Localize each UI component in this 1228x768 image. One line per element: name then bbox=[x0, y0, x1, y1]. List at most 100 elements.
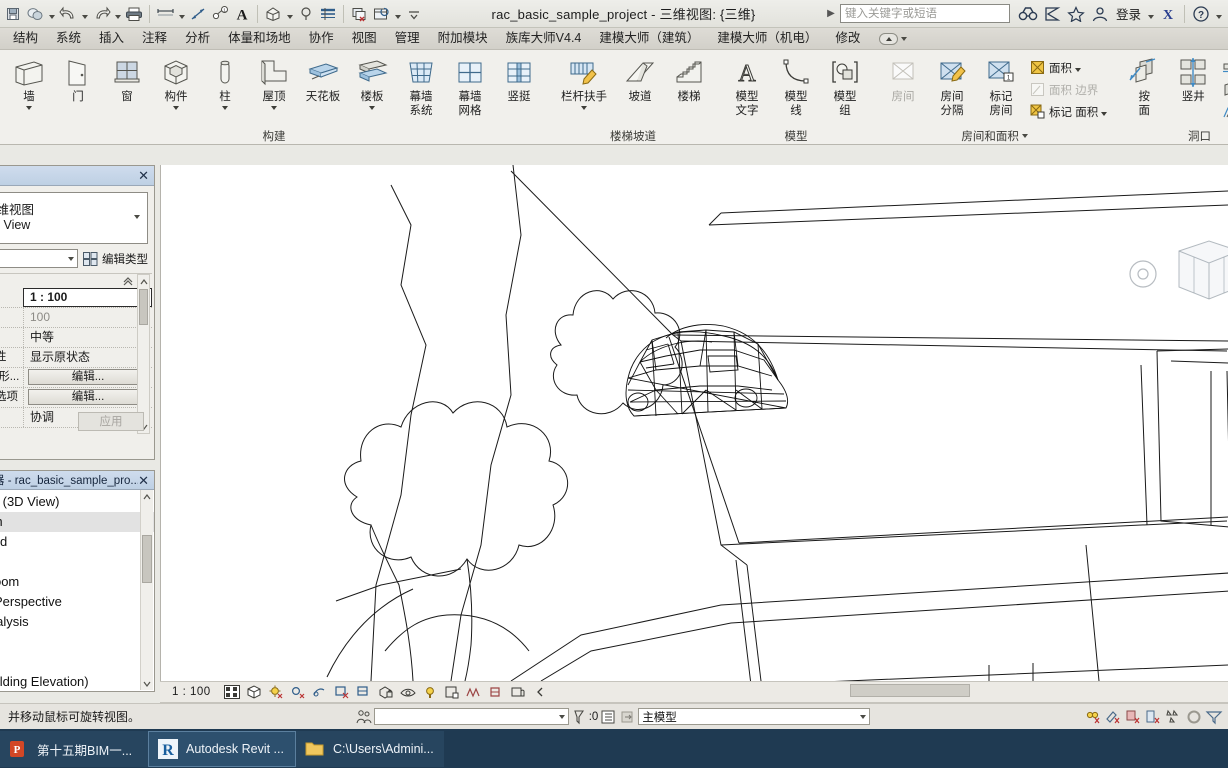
canvas-horizontal-scrollbar[interactable] bbox=[850, 684, 970, 697]
scroll-down-icon[interactable] bbox=[141, 677, 153, 690]
design-options-icon[interactable] bbox=[598, 707, 618, 727]
property-row-scale-value[interactable]: 比例值 1: 100 bbox=[0, 308, 152, 328]
ribbon-minimize-icon[interactable] bbox=[879, 32, 899, 45]
taskbar-item-explorer[interactable]: C:\Users\Admini... bbox=[296, 731, 444, 767]
select-links-icon[interactable] bbox=[1104, 707, 1124, 727]
text-icon[interactable]: A bbox=[231, 2, 253, 26]
select-pinned-icon[interactable] bbox=[1144, 707, 1164, 727]
properties-type-selector[interactable]: 三维视图 3D View bbox=[0, 192, 148, 244]
worksets-icon[interactable] bbox=[354, 707, 374, 727]
close-icon[interactable]: ✕ bbox=[138, 169, 149, 182]
switch-windows-icon[interactable] bbox=[370, 2, 392, 26]
ribbon-button-column[interactable]: 柱 bbox=[201, 54, 249, 110]
sign-in-button[interactable]: 登录 bbox=[1112, 4, 1145, 23]
close-icon[interactable]: ✕ bbox=[138, 474, 149, 487]
close-hidden-windows-icon[interactable] bbox=[348, 2, 370, 26]
property-row-parts-visibility[interactable]: 零件可见性 显示原状态 bbox=[0, 348, 152, 368]
browser-item-building-elevation[interactable]: 立面 (Building Elevation) bbox=[0, 672, 154, 691]
infocenter-expand-icon[interactable]: ▶ bbox=[822, 8, 840, 19]
ribbon-button-tag-area[interactable]: 标记 面积 bbox=[1026, 101, 1110, 122]
ribbon-button-model-line[interactable]: 模型 线 bbox=[772, 54, 820, 117]
browser-item-section-perspective[interactable]: Section Perspective bbox=[0, 592, 154, 612]
edit-type-button[interactable]: 编辑类型 bbox=[83, 251, 148, 267]
tag-icon[interactable]: 1 bbox=[209, 2, 231, 26]
undo-dropdown-caret-icon[interactable] bbox=[79, 2, 90, 26]
analytical-model-icon[interactable] bbox=[466, 684, 483, 701]
temporary-hide-isolate-icon[interactable] bbox=[400, 684, 417, 701]
browser-item-living-room[interactable]: Living Room bbox=[0, 572, 154, 592]
measure-icon[interactable] bbox=[154, 2, 176, 26]
exclude-options-icon[interactable] bbox=[1084, 707, 1104, 727]
ribbon-button-vertical-opening[interactable]: 垂直 bbox=[1218, 79, 1228, 100]
browser-item-kitchen[interactable]: Kitchen bbox=[0, 552, 154, 572]
property-value-parts-visibility[interactable]: 显示原状态 bbox=[23, 348, 152, 367]
properties-instance-combo[interactable]: {三维} bbox=[0, 249, 78, 268]
ribbon-button-area-boundary[interactable]: 面积 边界 bbox=[1026, 79, 1110, 100]
active-design-option-icon[interactable] bbox=[618, 707, 638, 727]
help-icon[interactable]: ? bbox=[1189, 2, 1213, 26]
measure-dropdown-caret-icon[interactable] bbox=[176, 2, 187, 26]
ribbon-tab-analyze[interactable]: 分析 bbox=[176, 28, 219, 49]
signin-dropdown-caret-icon[interactable] bbox=[1145, 2, 1156, 26]
select-underlay-icon[interactable] bbox=[1124, 707, 1144, 727]
rendering-dialog-icon[interactable] bbox=[312, 684, 329, 701]
lock-3d-view-icon[interactable] bbox=[378, 684, 395, 701]
ribbon-button-ceiling[interactable]: 天花板 bbox=[299, 54, 347, 104]
ribbon-tab-massing-site[interactable]: 体量和场地 bbox=[219, 28, 300, 49]
roof-dropdown-caret-icon[interactable] bbox=[271, 105, 277, 110]
customize-qat-icon[interactable] bbox=[403, 2, 425, 26]
ribbon-button-model-text[interactable]: A 模型 文字 bbox=[723, 54, 771, 117]
property-row-visibility-graphics[interactable]: 可见性/图形... 编辑... bbox=[0, 368, 152, 388]
project-browser-scrollbar[interactable] bbox=[140, 490, 153, 690]
crop-view-icon[interactable] bbox=[334, 684, 351, 701]
ribbon-minimize-control[interactable] bbox=[869, 32, 908, 45]
undo-icon[interactable] bbox=[57, 2, 79, 26]
sun-path-icon[interactable] bbox=[268, 684, 285, 701]
instance-combo-caret-icon[interactable] bbox=[68, 256, 74, 261]
taskbar-item-powerpoint[interactable]: P 第十五期BIM一... bbox=[0, 731, 148, 767]
ribbon-button-mullion[interactable]: 竖挺 bbox=[495, 54, 543, 104]
ribbon-button-area[interactable]: 面积 bbox=[1026, 57, 1110, 78]
ribbon-button-room[interactable]: 房间 bbox=[879, 54, 927, 104]
ribbon-button-door[interactable]: 门 bbox=[54, 54, 102, 104]
browser-item-3d-views[interactable]: 三维视图 (3D View) bbox=[0, 492, 154, 512]
room-area-dialog-launcher-icon[interactable] bbox=[1021, 134, 1028, 138]
scroll-up-icon[interactable] bbox=[141, 490, 153, 503]
worksharing-display-icon[interactable] bbox=[510, 684, 527, 701]
ribbon-button-component[interactable]: 构件 bbox=[152, 54, 200, 110]
browser-item-3d-default[interactable]: {3D} bbox=[0, 632, 154, 652]
ribbon-button-roof[interactable]: 屋顶 bbox=[250, 54, 298, 110]
railing-dropdown-caret-icon[interactable] bbox=[581, 105, 587, 110]
scroll-up-icon[interactable] bbox=[138, 275, 149, 288]
ribbon-button-ramp[interactable]: 坡道 bbox=[616, 54, 664, 104]
show-crop-region-icon[interactable] bbox=[356, 684, 373, 701]
design-option-caret-icon[interactable] bbox=[860, 714, 867, 719]
exchange-app-icon[interactable]: X bbox=[1156, 2, 1180, 26]
ribbon-tab-addins[interactable]: 附加模块 bbox=[429, 28, 497, 49]
aligned-dimension-icon[interactable] bbox=[187, 2, 209, 26]
ribbon-button-window[interactable]: 窗 bbox=[103, 54, 151, 104]
ribbon-tab-model-master-mep[interactable]: 建模大师（机电） bbox=[708, 28, 826, 49]
ribbon-button-tag-room[interactable]: 1 标记 房间 bbox=[977, 54, 1025, 117]
open-icon[interactable] bbox=[24, 2, 46, 26]
redo-icon[interactable] bbox=[90, 2, 112, 26]
ribbon-tab-systems[interactable]: 系统 bbox=[47, 28, 90, 49]
detail-level-icon[interactable] bbox=[224, 684, 241, 701]
default-3d-view-icon[interactable] bbox=[262, 2, 284, 26]
binoculars-icon[interactable] bbox=[1016, 2, 1040, 26]
search-input[interactable]: 键入关键字或短语 bbox=[839, 4, 1010, 23]
worksets-combo[interactable] bbox=[373, 708, 569, 725]
apply-button[interactable]: 应用 bbox=[78, 411, 144, 431]
ribbon-button-shaft-opening[interactable]: 竖井 bbox=[1169, 54, 1217, 104]
tag-area-dropdown-caret-icon[interactable] bbox=[1101, 112, 1108, 116]
properties-scroll-thumb[interactable] bbox=[139, 289, 148, 325]
ribbon-tab-collaborate[interactable]: 协作 bbox=[300, 28, 343, 49]
browser-item-from-yard[interactable]: From Yard bbox=[0, 532, 154, 552]
ribbon-tab-manage[interactable]: 管理 bbox=[386, 28, 429, 49]
ribbon-tab-modify[interactable]: 修改 bbox=[826, 28, 869, 49]
redo-dropdown-caret-icon[interactable] bbox=[112, 2, 123, 26]
ribbon-button-railing[interactable]: 栏杆扶手 bbox=[553, 54, 615, 110]
ribbon-button-room-separator[interactable]: 房间 分隔 bbox=[928, 54, 976, 117]
drawing-canvas[interactable] bbox=[160, 165, 1228, 681]
column-dropdown-caret-icon[interactable] bbox=[222, 105, 228, 110]
